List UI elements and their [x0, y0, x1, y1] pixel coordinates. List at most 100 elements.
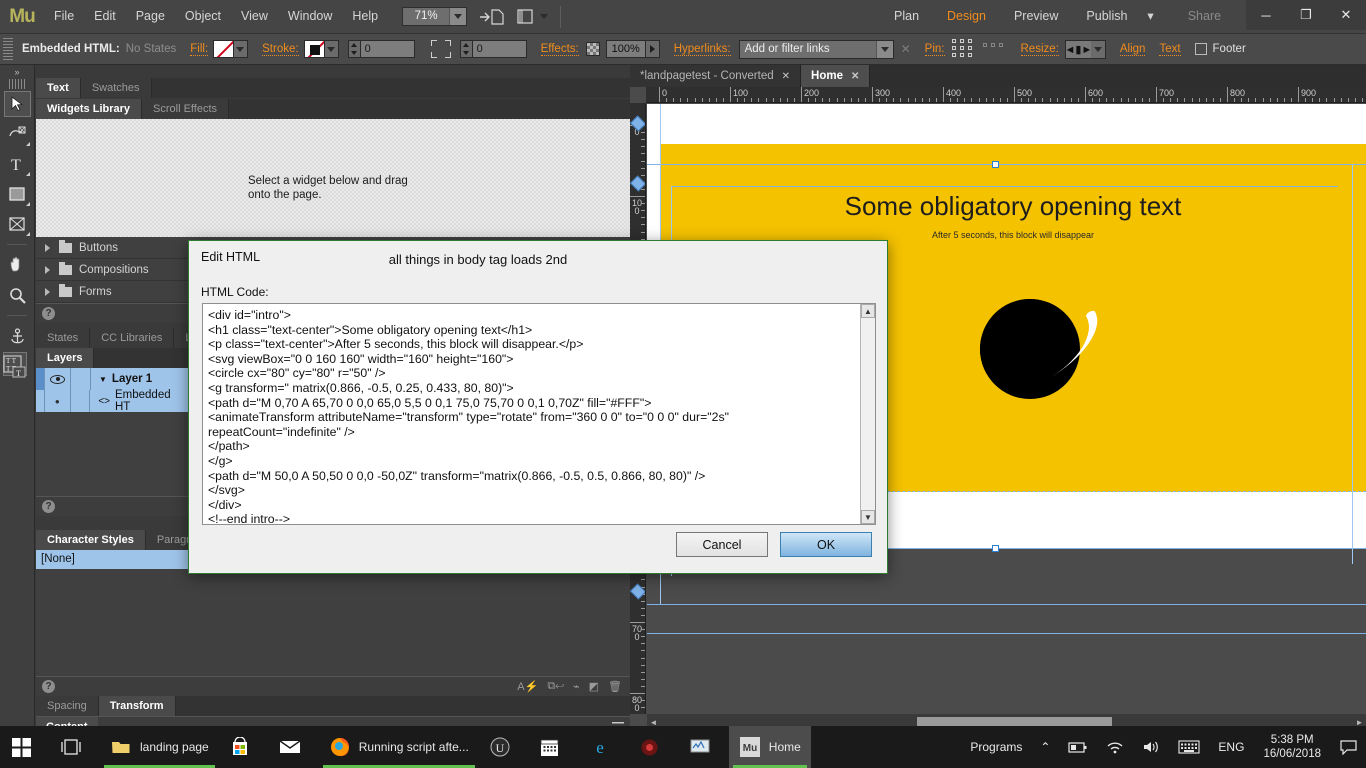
layer-visibility-icon[interactable] [50, 374, 65, 384]
guide-right-margin[interactable] [1352, 164, 1353, 564]
wifi-icon[interactable] [1097, 726, 1133, 768]
doctab-home[interactable]: Home ✕ [801, 65, 871, 87]
volume-icon[interactable] [1133, 726, 1169, 768]
tab-cc-libraries[interactable]: CC Libraries [90, 328, 175, 348]
menu-view[interactable]: View [231, 0, 278, 33]
menu-window[interactable]: Window [278, 0, 342, 33]
unlink-style-icon[interactable]: ⌁ [573, 680, 580, 693]
tab-transform[interactable]: Transform [98, 696, 176, 716]
battery-icon[interactable] [1059, 726, 1097, 768]
menu-edit[interactable]: Edit [84, 0, 126, 33]
scroll-up-icon[interactable]: ▲ [861, 304, 875, 318]
style-none-item[interactable]: [None] [36, 550, 188, 569]
fill-swatch[interactable] [213, 40, 235, 58]
hand-tool[interactable] [0, 250, 34, 280]
pin-grid-icon[interactable] [951, 38, 976, 60]
zoom-dropdown-arrow[interactable] [449, 8, 467, 25]
corner-radius-input[interactable]: 0 [472, 40, 527, 58]
delete-style-icon[interactable]: 🗑 [608, 680, 622, 693]
text-frame-tool[interactable]: T T T T T [0, 351, 34, 385]
new-style-icon[interactable]: ◩ [589, 680, 599, 693]
tab-text[interactable]: Text [36, 78, 81, 98]
taskbar-item-calendar[interactable] [529, 726, 579, 768]
taskbar-item-muse-home[interactable]: Mu Home [728, 726, 811, 768]
tray-programs-label[interactable]: Programs [961, 726, 1031, 768]
text-tool[interactable]: T [0, 149, 34, 179]
stroke-weight-input[interactable]: 0 [360, 40, 415, 58]
help-icon[interactable]: ? [42, 680, 55, 693]
zoom-level-combobox[interactable]: 71% [402, 7, 468, 26]
taskbar-item-landing-page[interactable]: landing page [100, 726, 219, 768]
breakpoint-icon[interactable] [517, 8, 549, 25]
preview-page-icon[interactable] [479, 8, 505, 26]
mode-design[interactable]: Design [933, 0, 1000, 33]
stroke-swatch[interactable] [303, 40, 325, 58]
taskbar-item-mail[interactable] [269, 726, 319, 768]
layer-object-row[interactable]: • <> Embedded HT [36, 389, 188, 413]
menu-file[interactable]: File [44, 0, 84, 33]
guide-top[interactable] [647, 164, 1366, 165]
mode-plan[interactable]: Plan [880, 0, 933, 33]
anchor-tool[interactable] [0, 321, 34, 351]
align-button[interactable]: Align [1119, 43, 1146, 56]
effects-swatch-icon[interactable] [585, 42, 600, 56]
keyboard-icon[interactable] [1169, 726, 1209, 768]
action-center-icon[interactable] [1331, 726, 1366, 768]
effects-label[interactable]: Effects: [540, 43, 579, 56]
text-button[interactable]: Text [1159, 43, 1181, 56]
ok-button[interactable]: OK [780, 532, 872, 557]
tools-drag-grip[interactable] [9, 79, 25, 89]
resize-label[interactable]: Resize: [1020, 43, 1059, 56]
styles-list-empty[interactable] [36, 569, 630, 676]
guide-footer-top[interactable] [647, 604, 1366, 605]
menu-help[interactable]: Help [342, 0, 388, 33]
opacity-dropdown-arrow[interactable] [645, 40, 660, 58]
zoom-tool[interactable] [0, 280, 34, 310]
redefine-style-icon[interactable]: ⧉↩ [547, 680, 564, 693]
resize-dropdown-arrow[interactable] [1090, 39, 1106, 59]
code-vertical-scrollbar[interactable]: ▲ ▼ [860, 304, 875, 524]
help-icon[interactable]: ? [42, 500, 55, 513]
close-button[interactable]: ✕ [1326, 0, 1366, 30]
stroke-weight-stepper[interactable] [347, 40, 361, 58]
guide-content-top[interactable] [671, 186, 1338, 187]
ellipse-tool[interactable] [0, 209, 34, 239]
taskbar-item-store[interactable] [219, 726, 269, 768]
tab-scroll-effects[interactable]: Scroll Effects [142, 99, 230, 119]
fill-dropdown-arrow[interactable] [233, 40, 249, 58]
opacity-input[interactable]: 100% [605, 40, 646, 58]
layer-header-row[interactable]: ▼ Layer 1 [36, 368, 188, 390]
menu-page[interactable]: Page [126, 0, 175, 33]
hyperlinks-combobox[interactable]: Add or filter links [738, 39, 894, 59]
cancel-button[interactable]: Cancel [676, 532, 768, 557]
clock[interactable]: 5:38 PM 16/06/2018 [1253, 733, 1331, 761]
tab-swatches[interactable]: Swatches [80, 78, 152, 98]
widgets-preview-area[interactable]: Select a widget below and drag onto the … [36, 119, 630, 237]
taskbar-item-monitor[interactable] [679, 726, 729, 768]
minimize-button[interactable]: ─ [1246, 0, 1286, 30]
task-view-button[interactable] [50, 726, 100, 768]
pin-label[interactable]: Pin: [924, 43, 945, 56]
help-icon[interactable]: ? [42, 307, 55, 320]
selection-handle-top[interactable] [992, 161, 999, 168]
html-code-textarea[interactable]: <div id="intro"> <h1 class="text-center"… [203, 304, 860, 524]
tab-character-styles[interactable]: Character Styles [36, 530, 146, 550]
stroke-label[interactable]: Stroke: [262, 43, 299, 56]
tab-states[interactable]: States [36, 328, 91, 348]
selection-tool[interactable] [0, 89, 34, 119]
tab-layers[interactable]: Layers [36, 348, 95, 368]
taskbar-item-unreal[interactable]: U [479, 726, 529, 768]
taskbar-item-game[interactable] [629, 726, 679, 768]
close-icon[interactable]: ✕ [851, 71, 859, 82]
close-icon[interactable]: ✕ [782, 71, 790, 82]
hyperlinks-dropdown-arrow[interactable] [875, 40, 893, 58]
tab-widgets-library[interactable]: Widgets Library [36, 99, 143, 119]
stroke-dropdown-arrow[interactable] [323, 40, 339, 58]
publish-dropdown-icon[interactable]: ▾ [1133, 0, 1167, 33]
layer-expand-icon[interactable]: ▼ [99, 375, 107, 384]
tab-spacing[interactable]: Spacing [36, 696, 99, 716]
mode-share[interactable]: Share [1174, 0, 1235, 33]
footer-checkbox[interactable] [1194, 43, 1207, 55]
html-code-field[interactable]: <div id="intro"> <h1 class="text-center"… [202, 303, 876, 525]
selection-handle-bottom[interactable] [992, 545, 999, 552]
